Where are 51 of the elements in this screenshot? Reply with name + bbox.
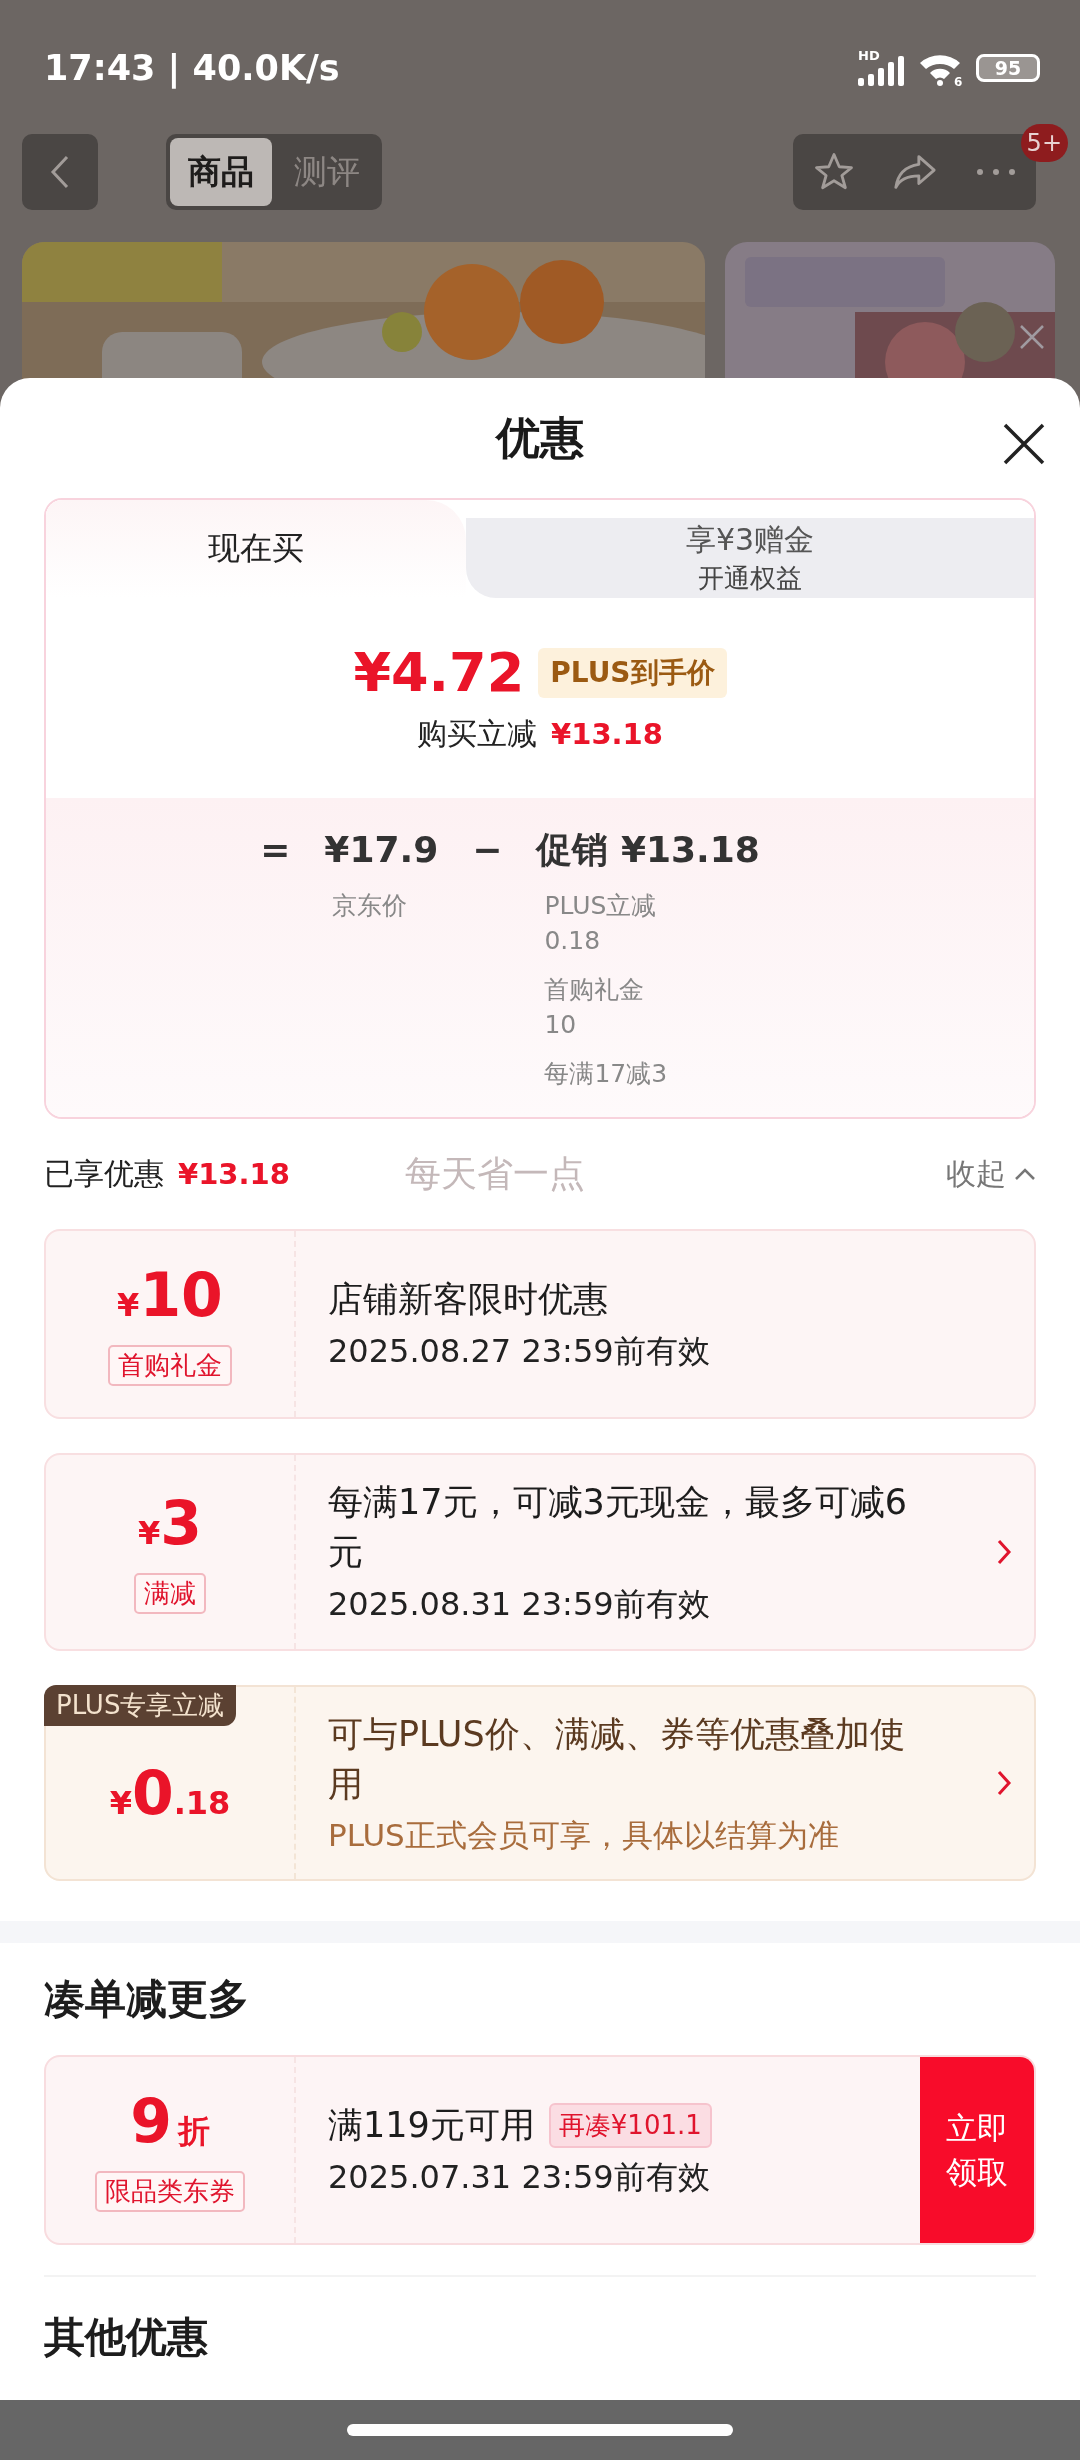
price-tag: PLUS到手价 [538,647,727,698]
collapse-button[interactable]: 收起 [946,1153,1036,1195]
coupon-note: PLUS正式会员可享，具体以结算为准 [328,1816,840,1855]
coupon-validity: 2025.08.31 23:59前有效 [328,1584,711,1625]
promo-item: PLUS立减 0.18 [543,890,658,957]
slogan-text: 每天省一点 [405,1151,585,1196]
back-button[interactable] [22,134,98,210]
coupon-title: 每满17元，可减3元现金，最多可减6元 [328,1481,909,1574]
coupon-card[interactable]: PLUS专享立减 ¥0.18 可与PLUS价、满减、券等优惠叠加使用 PLUS正式会员可享，具体以结算为准 [44,1685,1036,1881]
list-price: ¥17.9 [324,828,439,872]
promo-amount: 促销 ¥13.18 [536,828,760,872]
chevron-up-icon [1014,1167,1036,1181]
coupon-tag: 满减 [134,1572,206,1614]
back-icon [50,154,70,190]
coupon-title: 店铺新客限时优惠 [328,1278,609,1321]
coupon-title: 可与PLUS价、满减、券等优惠叠加使用 [328,1713,906,1806]
coupon-tag: 首购礼金 [108,1344,232,1386]
saving-amount: ¥13.18 [551,717,663,751]
battery-icon: 95 [976,53,1040,82]
coupon-amount: 9 折 [130,2088,210,2158]
notification-badge: 5+ [1020,124,1068,162]
coupon-amount: ¥0.18 [109,1761,231,1830]
coupon-validity: 2025.08.27 23:59前有效 [328,1331,711,1372]
saving-label: 购买立减 [417,715,538,753]
close-icon [1002,422,1046,466]
share-icon [891,152,938,192]
coupon-amount: ¥3 [138,1490,202,1560]
coupon-card[interactable]: ¥10 首购礼金 店铺新客限时优惠 2025.08.27 23:59前有效 [44,1229,1036,1419]
gap-tag: 再凑¥101.1 [548,2102,712,2148]
sheet-title: 优惠 [496,410,584,465]
coupon-tag: 限品类东券 [95,2170,245,2212]
promo-item: 首购礼金 10 [543,974,646,1041]
status-time: 17:43 | 40.0K/s [44,47,340,88]
minus-sign: − [472,828,503,872]
savings-label: 已享优惠 [44,1154,164,1193]
promo-item: 每满17减3 [543,1058,669,1090]
equals-sign: = [260,828,291,872]
list-price-label: 京东价 [331,890,409,922]
final-price: ¥4.72 [353,641,525,704]
section-title: 其他优惠 [43,2312,209,2363]
coupon-amount: ¥10 [117,1262,223,1332]
section-title: 凑单减更多 [43,1974,250,2025]
price-tab[interactable]: 享¥3赠金 开通权益 [466,518,1034,598]
coupon-card[interactable]: ¥3 满减 每满17元，可减3元现金，最多可减6元 2025.08.31 23:59前有效 [44,1453,1036,1651]
coupon-validity: 2025.07.31 23:59前有效 [328,2157,711,2198]
claim-button[interactable]: 立即领取 [920,2057,1034,2243]
more-icon [975,168,1016,176]
plus-ribbon: PLUS专享立减 [44,1685,237,1726]
coupon-title: 满119元可用 [328,2104,535,2147]
savings-amount: ¥13.18 [178,1157,290,1191]
nav-tab[interactable]: 商品 [170,138,272,206]
